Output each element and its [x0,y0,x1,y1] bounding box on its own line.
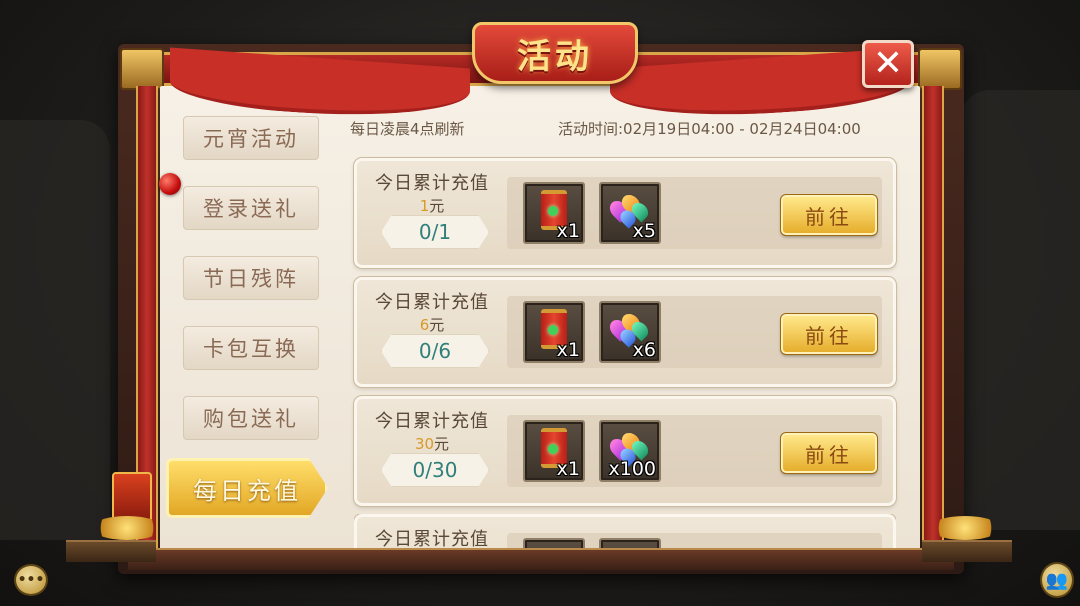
progress-indicator: 0/30 [381,453,489,487]
reward-item-slot[interactable]: x6 [599,301,661,363]
friends-icon: 👥 [1045,569,1069,591]
amount-unit: 元 [434,435,450,453]
reward-title: 今日累计充值 [375,529,489,548]
item-quantity: x5 [632,220,656,242]
window-title: 活动 [517,36,593,77]
reward-item-slot[interactable]: x1 [523,182,585,244]
reward-card: 今日累计充值 1元 0/1 x1 x5 前往 [353,157,897,269]
reward-item-slot[interactable] [599,538,661,548]
go-button[interactable]: 前往 [780,313,878,355]
reward-item-slot[interactable]: x100 [599,420,661,482]
close-button[interactable]: ✕ [862,40,914,88]
bottom-rod [128,548,954,570]
reward-amount: 6元 [365,314,499,335]
chat-icon: ••• [17,572,45,588]
rod-end-left [120,48,164,90]
notification-dot [159,173,181,195]
tab-label: 卡包互换 [203,337,299,361]
reward-item-slot[interactable]: x1 [523,301,585,363]
reward-amount: 30元 [365,433,499,454]
stand-right-decoration [922,540,1012,562]
gold-treasure-left [92,516,162,540]
activity-time: 活动时间:02月19日04:00 - 02月24日04:00 [558,120,861,138]
close-icon: ✕ [872,43,904,84]
reward-amount: 1元 [365,195,499,216]
tab-card-pack-exchange[interactable]: 卡包互换 [183,326,319,370]
tab-lantern-festival[interactable]: 元宵活动 [183,116,319,160]
tab-label: 购包送礼 [203,407,299,431]
reward-title: 今日累计充值 [375,173,489,194]
chat-button[interactable]: ••• [14,564,48,596]
amount-unit: 元 [429,316,445,334]
side-rail-right [922,86,944,566]
tab-login-gift[interactable]: 登录送礼 [183,186,319,230]
reward-title: 今日累计充值 [375,411,489,432]
tab-label: 节日残阵 [203,267,299,291]
reward-card: 今日累计充值 [354,514,896,548]
background-silhouette-left [0,120,110,540]
amount-value: 1 [419,197,430,215]
stand-left-decoration [66,540,156,562]
reward-item-slot[interactable]: x1 [523,420,585,482]
tab-daily-recharge[interactable]: 每日充值 [166,458,328,518]
item-quantity: x6 [632,339,656,361]
tab-buy-pack-gift[interactable]: 购包送礼 [183,396,319,440]
item-quantity: x1 [556,339,580,361]
tab-festival-formation[interactable]: 节日残阵 [183,256,319,300]
item-quantity: x100 [608,458,656,480]
reward-card: 今日累计充值 30元 0/30 x1 x100 前往 [353,395,897,507]
amount-value: 6 [419,316,430,334]
tab-label: 元宵活动 [203,127,299,151]
friends-button[interactable]: 👥 [1040,562,1074,598]
reward-item-slot[interactable]: x5 [599,182,661,244]
item-quantity: x1 [556,220,580,242]
tab-label: 每日充值 [193,476,301,505]
title-banner: 活动 [472,22,638,84]
gift-box-decoration [112,472,152,522]
rod-end-right [918,48,962,90]
reward-item-slot[interactable] [523,538,585,548]
amount-unit: 元 [429,197,445,215]
go-button[interactable]: 前往 [780,432,878,474]
refresh-note: 每日凌晨4点刷新 [350,120,465,138]
reward-title: 今日累计充值 [375,292,489,313]
progress-indicator: 0/1 [381,215,489,249]
amount-value: 30 [414,435,435,453]
progress-indicator: 0/6 [381,334,489,368]
item-quantity: x1 [556,458,580,480]
tab-label: 登录送礼 [203,197,299,221]
gold-treasure-right [930,516,1000,540]
go-button[interactable]: 前往 [780,194,878,236]
background-silhouette-right [960,90,1080,530]
reward-card-clip: 今日累计充值 [354,514,896,548]
reward-card: 今日累计充值 6元 0/6 x1 x6 前往 [353,276,897,388]
